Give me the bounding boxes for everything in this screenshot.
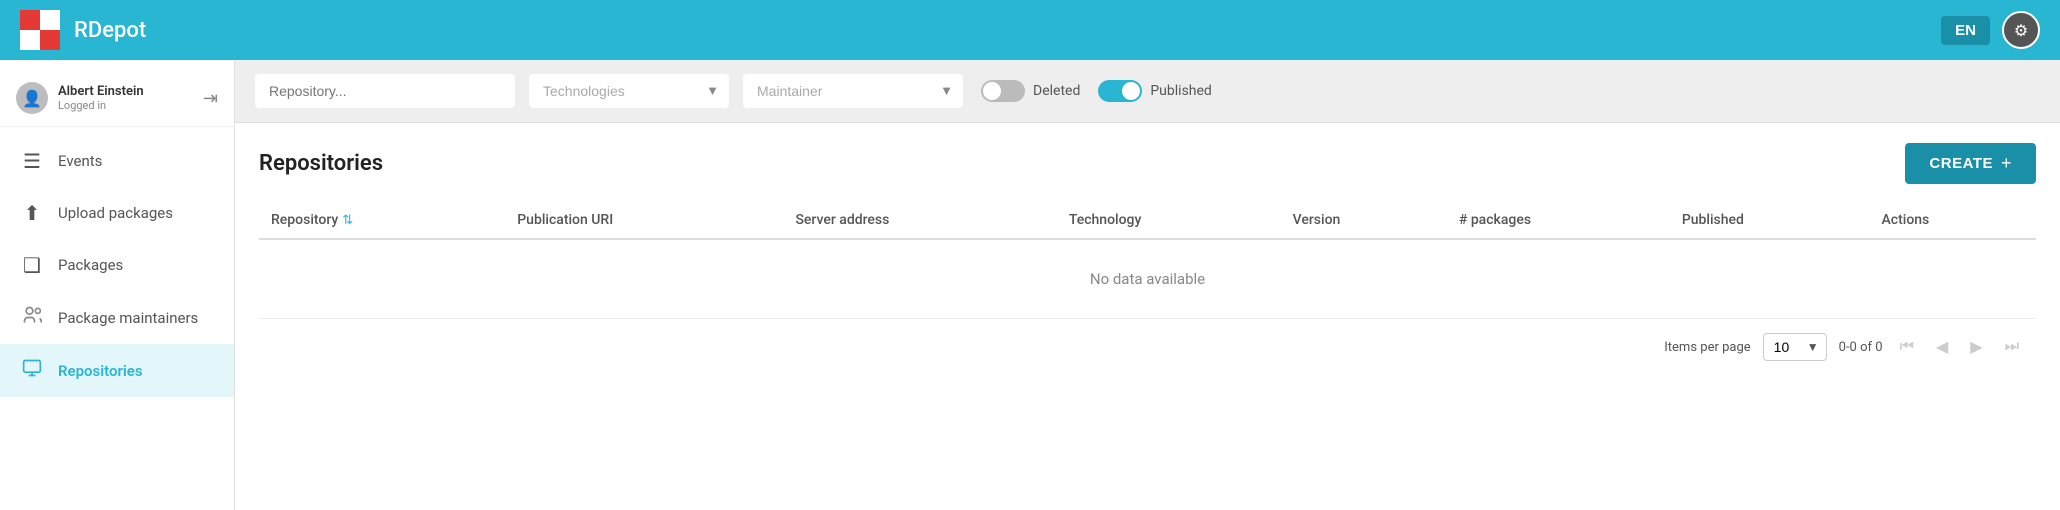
next-page-button[interactable]: ▶ bbox=[1965, 335, 1987, 359]
no-data-row: No data available bbox=[259, 239, 2036, 319]
th-version: Version bbox=[1281, 202, 1447, 239]
th-publication-uri: Publication URI bbox=[505, 202, 783, 239]
repositories-table-wrapper: Repository ⇅ Publication URI Server addr… bbox=[259, 202, 2036, 319]
published-label: Published bbox=[1150, 83, 1211, 99]
pagination: Items per page 10 25 50 100 ▼ 0-0 of 0 ⏮… bbox=[259, 319, 2036, 375]
user-details: Albert Einstein Logged in bbox=[58, 84, 144, 112]
app-logo bbox=[20, 10, 60, 50]
published-toggle-group: Published bbox=[1098, 80, 1211, 102]
table-body: No data available bbox=[259, 239, 2036, 319]
th-actions: Actions bbox=[1870, 202, 2037, 239]
sidebar-item-package-maintainers[interactable]: Package maintainers bbox=[0, 291, 234, 344]
packages-icon: ❑ bbox=[20, 253, 44, 277]
content-header: Repositories CREATE + bbox=[259, 143, 2036, 184]
lang-button[interactable]: EN bbox=[1941, 16, 1990, 45]
layout: 👤 Albert Einstein Logged in ⇥ ☰ Events ⬆… bbox=[0, 60, 2060, 510]
user-section: 👤 Albert Einstein Logged in ⇥ bbox=[0, 70, 234, 127]
sort-icon[interactable]: ⇅ bbox=[342, 213, 353, 228]
th-repository-label: Repository bbox=[271, 212, 338, 228]
technologies-filter-wrapper: Technologies ▼ bbox=[529, 74, 729, 108]
create-label: CREATE bbox=[1929, 155, 1993, 172]
sidebar-item-repositories[interactable]: Repositories bbox=[0, 344, 234, 397]
sidebar-item-events[interactable]: ☰ Events bbox=[0, 135, 234, 187]
deleted-toggle-group: Deleted bbox=[981, 80, 1080, 102]
sidebar-item-upload-packages[interactable]: ⬆ Upload packages bbox=[0, 187, 234, 239]
user-name: Albert Einstein bbox=[58, 84, 144, 99]
page-info: 0-0 of 0 bbox=[1839, 340, 1883, 355]
th-repository: Repository ⇅ bbox=[259, 202, 505, 239]
prev-page-button[interactable]: ◀ bbox=[1931, 335, 1953, 359]
avatar-icon: 👤 bbox=[22, 89, 42, 108]
create-button[interactable]: CREATE + bbox=[1905, 143, 2036, 184]
published-toggle[interactable] bbox=[1098, 80, 1142, 102]
items-per-page-label: Items per page bbox=[1664, 340, 1750, 355]
sidebar-item-label: Repositories bbox=[58, 362, 143, 380]
create-plus-icon: + bbox=[2001, 153, 2012, 174]
last-page-button[interactable]: ⏭ bbox=[2000, 336, 2024, 358]
sidebar-item-label: Package maintainers bbox=[58, 309, 198, 327]
sidebar-nav: ☰ Events ⬆ Upload packages ❑ Packages Pa… bbox=[0, 135, 234, 397]
user-menu-icon: ⚙ bbox=[2014, 21, 2028, 40]
topbar: RDepot EN ⚙ bbox=[0, 0, 2060, 60]
upload-icon: ⬆ bbox=[20, 201, 44, 225]
technologies-filter-select[interactable]: Technologies bbox=[529, 74, 729, 108]
th-technology: Technology bbox=[1057, 202, 1281, 239]
th-published: Published bbox=[1670, 202, 1870, 239]
no-data-message: No data available bbox=[259, 239, 2036, 319]
maintainer-filter-select[interactable]: Maintainer bbox=[743, 74, 963, 108]
user-menu-button[interactable]: ⚙ bbox=[2002, 11, 2040, 49]
sidebar: 👤 Albert Einstein Logged in ⇥ ☰ Events ⬆… bbox=[0, 60, 235, 510]
deleted-toggle[interactable] bbox=[981, 80, 1025, 102]
deleted-toggle-slider bbox=[981, 80, 1025, 102]
sidebar-item-label: Upload packages bbox=[58, 204, 173, 222]
page-size-select[interactable]: 10 25 50 100 bbox=[1763, 333, 1827, 361]
content-area: Repositories CREATE + Repository ⇅ bbox=[235, 123, 2060, 510]
app-title: RDepot bbox=[74, 18, 146, 43]
sidebar-item-label: Events bbox=[58, 152, 102, 170]
maintainer-filter-wrapper: Maintainer ▼ bbox=[743, 74, 963, 108]
main-content: Technologies ▼ Maintainer ▼ Deleted bbox=[235, 60, 2060, 510]
events-icon: ☰ bbox=[20, 149, 44, 173]
user-status: Logged in bbox=[58, 99, 144, 112]
repositories-table: Repository ⇅ Publication URI Server addr… bbox=[259, 202, 2036, 319]
repository-filter-input[interactable] bbox=[255, 74, 515, 108]
maintainers-icon bbox=[20, 305, 44, 330]
filter-bar: Technologies ▼ Maintainer ▼ Deleted bbox=[235, 60, 2060, 123]
repositories-icon bbox=[20, 358, 44, 383]
topbar-right: EN ⚙ bbox=[1941, 11, 2040, 49]
page-title: Repositories bbox=[259, 151, 383, 176]
logout-button[interactable]: ⇥ bbox=[203, 88, 218, 109]
sidebar-item-label: Packages bbox=[58, 256, 123, 274]
page-size-wrapper: 10 25 50 100 ▼ bbox=[1763, 333, 1827, 361]
published-toggle-slider bbox=[1098, 80, 1142, 102]
avatar: 👤 bbox=[16, 82, 48, 114]
table-header: Repository ⇅ Publication URI Server addr… bbox=[259, 202, 2036, 239]
table-header-row: Repository ⇅ Publication URI Server addr… bbox=[259, 202, 2036, 239]
topbar-left: RDepot bbox=[20, 10, 146, 50]
th-server-address: Server address bbox=[783, 202, 1056, 239]
deleted-label: Deleted bbox=[1033, 83, 1080, 99]
user-info: 👤 Albert Einstein Logged in bbox=[16, 82, 144, 114]
th-packages: # packages bbox=[1447, 202, 1670, 239]
sidebar-item-packages[interactable]: ❑ Packages bbox=[0, 239, 234, 291]
first-page-button[interactable]: ⏮ bbox=[1895, 336, 1919, 358]
logout-icon: ⇥ bbox=[203, 88, 218, 108]
